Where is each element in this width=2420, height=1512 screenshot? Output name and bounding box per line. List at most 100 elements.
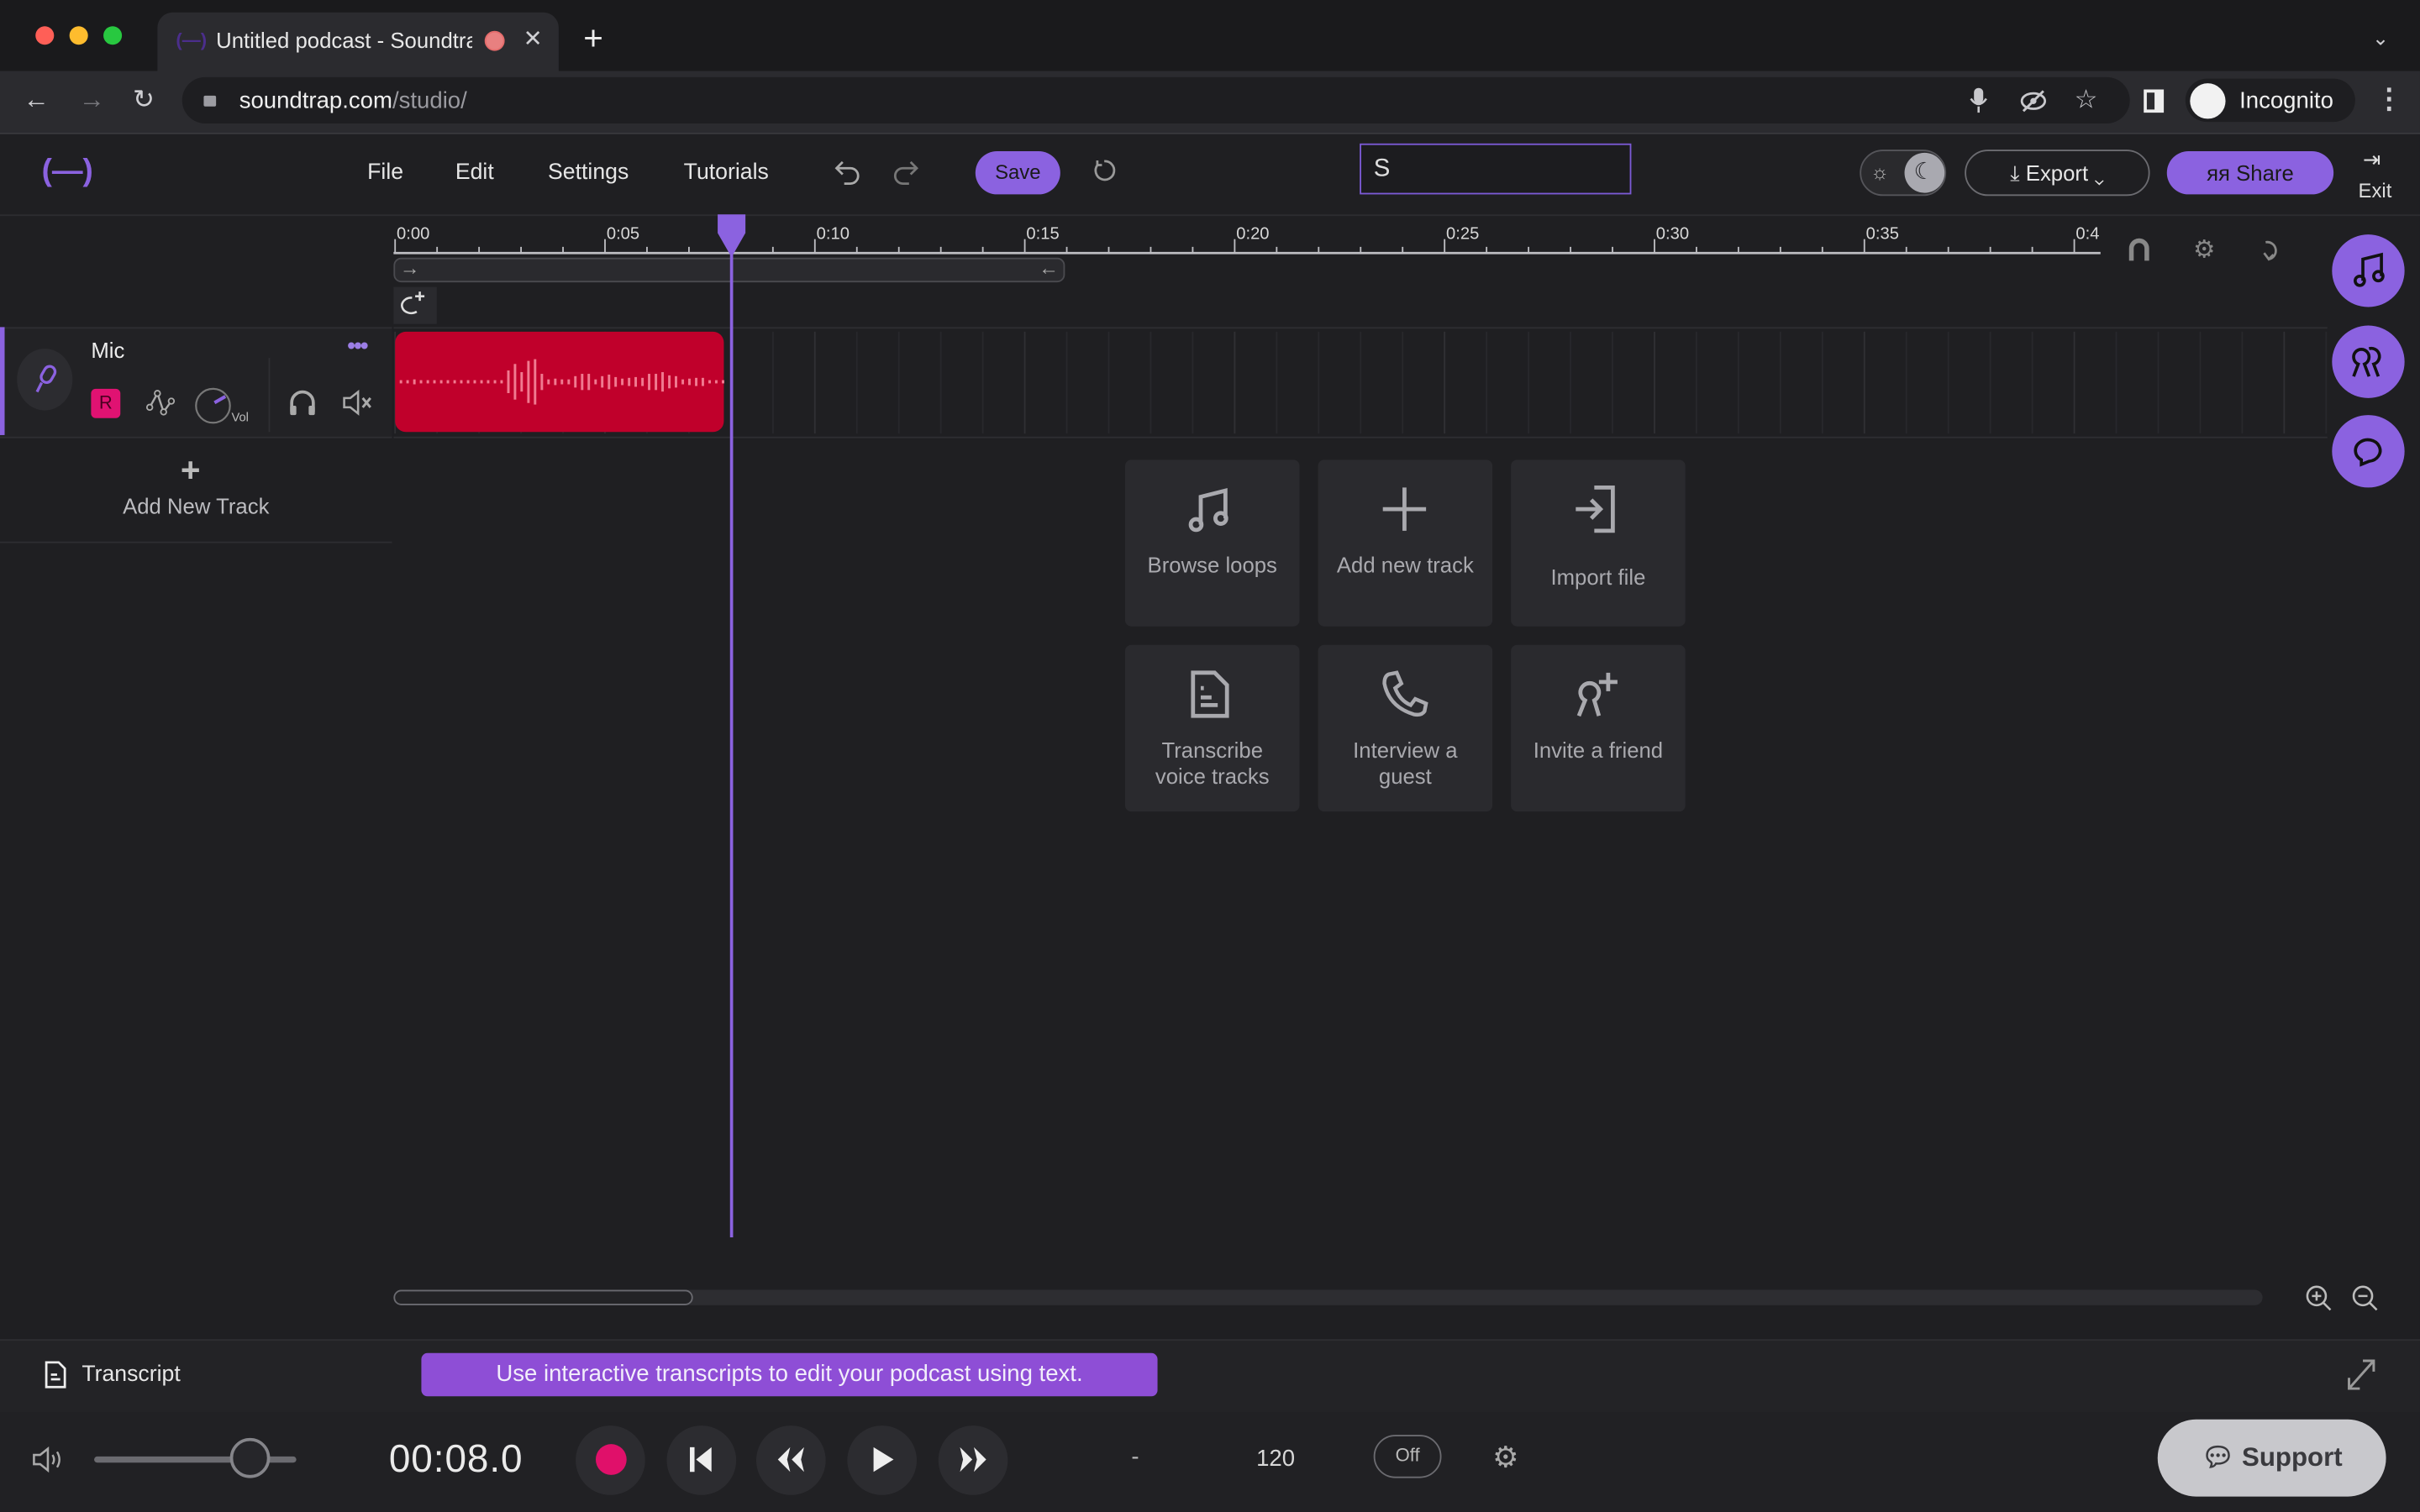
- undo-icon[interactable]: [834, 159, 860, 185]
- back-icon[interactable]: ←: [24, 87, 50, 113]
- waveform-bar: [581, 374, 584, 391]
- loop-start-arrow-icon[interactable]: →: [400, 256, 420, 280]
- maximize-window-button[interactable]: [103, 26, 123, 45]
- transcript-toggle[interactable]: Transcript: [82, 1362, 180, 1387]
- music-note-icon: [1186, 485, 1236, 534]
- action-card-transcribe-voice-tracks[interactable]: Transcribe voice tracks: [1124, 644, 1300, 812]
- waveform-bar: [714, 380, 718, 384]
- export-button[interactable]: ⤓ Export ⌄: [1965, 150, 2150, 197]
- playhead-handle[interactable]: [718, 214, 746, 255]
- timeline-settings-icon[interactable]: ⚙: [2193, 234, 2215, 265]
- address-bar[interactable]: [182, 76, 2130, 123]
- menu-edit[interactable]: Edit: [455, 160, 494, 185]
- loop-icon[interactable]: [2260, 238, 2281, 262]
- waveform-bar: [547, 379, 550, 385]
- side-panel-icon[interactable]: [2144, 89, 2165, 113]
- waveform-bar: [675, 375, 677, 388]
- waveform-bar: [641, 377, 644, 386]
- waveform-bar: [560, 379, 564, 385]
- action-card-label: Browse loops: [1147, 552, 1277, 577]
- transcript-tip-banner[interactable]: Use interactive transcripts to edit your…: [421, 1352, 1158, 1397]
- track-options-icon[interactable]: •••: [347, 333, 368, 360]
- exit-label[interactable]: Exit: [2359, 179, 2392, 202]
- exit-icon[interactable]: ⇥: [2363, 146, 2381, 172]
- action-card-interview-a-guest[interactable]: Interview a guest: [1318, 644, 1493, 812]
- waveform-bar: [446, 380, 450, 384]
- waveform-bar: [466, 380, 470, 384]
- master-volume-icon[interactable]: [33, 1446, 64, 1473]
- tab-title: Untitled podcast - Soundtrap: [216, 28, 473, 53]
- waveform-bar: [473, 380, 476, 384]
- waveform-bar: [453, 380, 456, 384]
- waveform-bar: [601, 375, 604, 388]
- forward-icon[interactable]: →: [79, 87, 105, 113]
- expand-icon[interactable]: [2346, 1357, 2377, 1391]
- search-input[interactable]: [1360, 143, 1632, 195]
- waveform-bar: [708, 380, 711, 384]
- version-history-icon[interactable]: [1092, 159, 1116, 182]
- audio-waveform: [399, 359, 724, 405]
- eye-off-icon[interactable]: [2020, 90, 2047, 113]
- zoom-out-icon[interactable]: [2352, 1285, 2378, 1311]
- zoom-in-icon[interactable]: [2306, 1285, 2332, 1311]
- metronome-toggle[interactable]: Off: [1373, 1435, 1442, 1478]
- volume-knob[interactable]: [194, 387, 231, 424]
- close-tab-icon[interactable]: ✕: [523, 28, 543, 51]
- plus-icon: [1380, 485, 1429, 534]
- transport-settings-icon[interactable]: ⚙: [1492, 1441, 1518, 1477]
- waveform-bar: [513, 364, 517, 400]
- record-arm-button[interactable]: R: [91, 388, 121, 418]
- redo-icon[interactable]: [893, 159, 918, 185]
- bookmark-star-icon[interactable]: ☆: [2075, 87, 2098, 113]
- new-tab-icon[interactable]: +: [583, 21, 603, 55]
- playhead[interactable]: [729, 216, 734, 1238]
- chevron-down-icon: ⌄: [2088, 160, 2105, 186]
- master-volume-handle[interactable]: [229, 1437, 271, 1478]
- support-chat-icon: 💬︎: [2201, 1442, 2242, 1473]
- waveform-bar: [621, 378, 624, 386]
- action-card-import-file[interactable]: Import file: [1511, 459, 1686, 627]
- menu-file[interactable]: File: [367, 160, 403, 185]
- close-window-button[interactable]: [35, 26, 55, 45]
- minimize-window-button[interactable]: [69, 26, 88, 45]
- loop-end-arrow-icon[interactable]: ←: [1039, 256, 1059, 280]
- track-header-divider: [268, 358, 271, 433]
- magnet-snap-icon[interactable]: [2127, 238, 2151, 262]
- waveform-bar: [460, 380, 463, 384]
- solo-headphones-icon[interactable]: [288, 390, 316, 416]
- waveform-bar: [594, 379, 597, 385]
- reload-icon[interactable]: ↻: [133, 87, 155, 113]
- tempo-display[interactable]: 120: [1256, 1446, 1295, 1472]
- ruler-tick-label: 0:30: [1655, 225, 1690, 244]
- menu-tutorials[interactable]: Tutorials: [684, 160, 769, 185]
- action-card-add-new-track[interactable]: Add new track: [1318, 459, 1493, 627]
- action-card-browse-loops[interactable]: Browse loops: [1124, 459, 1300, 627]
- support-label: Support: [2241, 1442, 2343, 1473]
- url-text[interactable]: soundtrap.com/studio/: [239, 88, 467, 114]
- key-display[interactable]: -: [1131, 1444, 1139, 1470]
- soundtrap-logo[interactable]: (—): [42, 155, 93, 190]
- microphone-icon[interactable]: [1970, 87, 1988, 114]
- ruler-tick-label: 0:10: [816, 225, 850, 244]
- waveform-bar: [480, 380, 483, 384]
- url-path: /studio/: [392, 87, 467, 114]
- support-button[interactable]: 💬︎ Support: [2157, 1419, 2386, 1497]
- track-name[interactable]: Mic: [91, 338, 124, 362]
- fast-forward-icon: [960, 1446, 986, 1473]
- horizontal-scrollbar-thumb[interactable]: [393, 1289, 693, 1305]
- action-card-label: Interview a guest: [1353, 737, 1458, 789]
- timeline-ruler[interactable]: 0:00 0:05 0:10 0:15 0:20 0:25 0:30 0:35 0:4: [393, 216, 2101, 256]
- transcript-doc-icon[interactable]: [45, 1361, 66, 1389]
- waveform-bar: [493, 380, 497, 384]
- share-button[interactable]: ᴙᴙ Share: [2166, 150, 2334, 195]
- browser-menu-icon[interactable]: ⋮: [2375, 85, 2403, 113]
- tab-search-chevron-icon[interactable]: ⌄: [2372, 28, 2389, 48]
- action-card-label: Invite a friend: [1533, 737, 1664, 763]
- menu-settings[interactable]: Settings: [548, 160, 629, 185]
- waveform-bar: [587, 374, 591, 391]
- incognito-label: Incognito: [2239, 87, 2333, 114]
- mute-icon[interactable]: [343, 389, 374, 416]
- action-card-invite-a-friend[interactable]: Invite a friend: [1511, 644, 1686, 812]
- automation-icon[interactable]: [145, 390, 176, 418]
- save-button[interactable]: Save: [975, 150, 1060, 195]
